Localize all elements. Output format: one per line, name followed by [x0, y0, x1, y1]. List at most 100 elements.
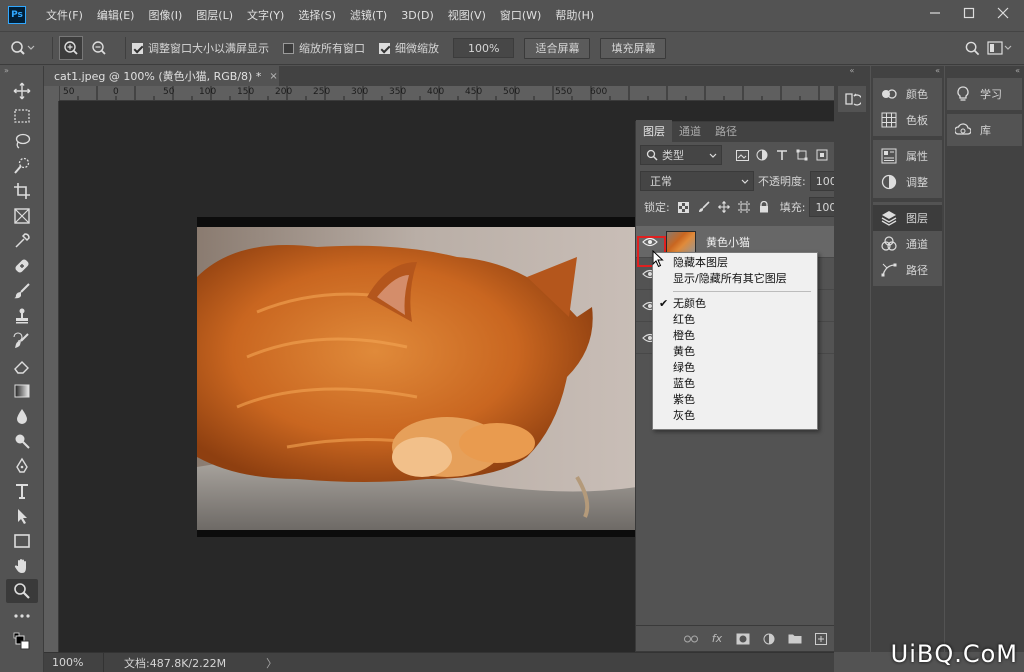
rectangle-tool-icon[interactable] — [6, 529, 38, 553]
menu-item-color-green[interactable]: 绿色 — [653, 360, 817, 376]
adjustment-layer-icon[interactable] — [756, 633, 782, 645]
cat-photo[interactable] — [197, 217, 637, 537]
menu-item-color-red[interactable]: 红色 — [653, 312, 817, 328]
zoom-in-icon[interactable] — [59, 36, 83, 60]
document-tab[interactable]: cat1.jpeg @ 100% (黄色小猫, RGB/8) * × — [44, 66, 279, 86]
checkbox-checked[interactable] — [132, 42, 143, 54]
tab-paths[interactable]: 路径 — [708, 120, 744, 142]
lock-artboard-icon[interactable] — [734, 198, 754, 216]
minimize-button[interactable] — [920, 2, 950, 24]
collapse-icon[interactable]: » — [0, 66, 43, 78]
menu-layer[interactable]: 图层(L) — [196, 7, 233, 23]
eyedropper-tool-icon[interactable] — [6, 229, 38, 253]
filter-smart-object-icon[interactable] — [812, 146, 832, 164]
status-zoom[interactable]: 100% — [44, 653, 104, 672]
type-tool-icon[interactable] — [6, 479, 38, 503]
new-group-icon[interactable] — [782, 633, 808, 644]
layer-style-icon[interactable]: fx — [704, 632, 730, 645]
menu-item-color-orange[interactable]: 橙色 — [653, 328, 817, 344]
zoom-tool-icon[interactable] — [6, 579, 38, 603]
close-button[interactable] — [988, 2, 1018, 24]
filter-kind-select[interactable]: 类型 — [640, 145, 722, 165]
tab-channels[interactable]: 通道 — [672, 120, 708, 142]
color-swatches-icon[interactable] — [6, 629, 38, 653]
fit-screen-button[interactable]: 适合屏幕 — [524, 37, 591, 59]
lock-transparent-icon[interactable] — [674, 198, 694, 216]
resize-windows-checkbox[interactable]: 调整窗口大小以满屏显示 — [132, 40, 269, 56]
dodge-tool-icon[interactable] — [6, 429, 38, 453]
checkbox-checked[interactable] — [379, 42, 390, 54]
add-mask-icon[interactable] — [730, 633, 756, 645]
menu-window[interactable]: 窗口(W) — [500, 7, 541, 23]
zoom-out-icon[interactable] — [87, 36, 111, 60]
more-tools-icon[interactable] — [6, 604, 38, 628]
menu-item-hide-layer[interactable]: 隐藏本图层 — [653, 255, 817, 271]
brush-tool-icon[interactable] — [6, 279, 38, 303]
hand-tool-icon[interactable] — [6, 554, 38, 578]
zoom-percent-field[interactable]: 100% — [453, 38, 515, 58]
zoom-all-windows-checkbox[interactable]: 缩放所有窗口 — [283, 40, 365, 56]
eraser-tool-icon[interactable] — [6, 354, 38, 378]
fill-screen-button[interactable]: 填充屏幕 — [600, 37, 667, 59]
menu-3d[interactable]: 3D(D) — [401, 9, 434, 22]
crop-tool-icon[interactable] — [6, 179, 38, 203]
collapse-icon[interactable]: « — [834, 66, 870, 78]
filter-adjustment-icon[interactable] — [752, 146, 772, 164]
close-icon[interactable]: × — [269, 71, 277, 82]
menu-item-show-hide-others[interactable]: 显示/隐藏所有其它图层 — [653, 271, 817, 287]
history-icon[interactable] — [838, 86, 866, 112]
dock-item-learn[interactable]: 学习 — [947, 81, 1022, 107]
dock-item-channels[interactable]: 通道 — [873, 231, 942, 257]
menu-item-color-blue[interactable]: 蓝色 — [653, 376, 817, 392]
menu-select[interactable]: 选择(S) — [298, 7, 336, 23]
link-layers-icon[interactable] — [678, 635, 704, 643]
status-arrow-icon[interactable]: 〉 — [266, 655, 277, 671]
lasso-tool-icon[interactable] — [6, 129, 38, 153]
menu-type[interactable]: 文字(Y) — [247, 7, 284, 23]
dock-item-adjustments[interactable]: 调整 — [873, 169, 942, 195]
menu-filter[interactable]: 滤镜(T) — [350, 7, 387, 23]
checkbox-unchecked[interactable] — [283, 42, 294, 54]
zoom-tool-preset-icon[interactable] — [0, 40, 46, 56]
dock-item-swatches[interactable]: 色板 — [873, 107, 942, 133]
menu-image[interactable]: 图像(I) — [148, 7, 182, 23]
filter-type-icon[interactable] — [772, 146, 792, 164]
collapse-icon[interactable]: « — [871, 66, 944, 78]
blend-mode-select[interactable]: 正常 — [640, 171, 754, 191]
menu-edit[interactable]: 编辑(E) — [97, 7, 135, 23]
path-selection-tool-icon[interactable] — [6, 504, 38, 528]
tab-layers[interactable]: 图层 — [636, 120, 672, 142]
frame-tool-icon[interactable] — [6, 204, 38, 228]
layer-name[interactable]: 黄色小猫 — [706, 234, 750, 250]
search-icon[interactable] — [960, 38, 984, 58]
dock-item-paths[interactable]: 路径 — [873, 257, 942, 283]
menu-item-color-gray[interactable]: 灰色 — [653, 408, 817, 424]
lock-all-icon[interactable] — [754, 198, 774, 216]
menu-help[interactable]: 帮助(H) — [555, 7, 594, 23]
menu-view[interactable]: 视图(V) — [448, 7, 486, 23]
healing-brush-tool-icon[interactable] — [6, 254, 38, 278]
menu-file[interactable]: 文件(F) — [46, 7, 83, 23]
menu-item-color-violet[interactable]: 紫色 — [653, 392, 817, 408]
new-layer-icon[interactable] — [808, 632, 834, 645]
marquee-tool-icon[interactable] — [6, 104, 38, 128]
pen-tool-icon[interactable] — [6, 454, 38, 478]
filter-shape-icon[interactable] — [792, 146, 812, 164]
scrubby-zoom-checkbox[interactable]: 细微缩放 — [379, 40, 439, 56]
maximize-button[interactable] — [954, 2, 984, 24]
filter-pixel-icon[interactable] — [732, 146, 752, 164]
lock-pixels-icon[interactable] — [694, 198, 714, 216]
menu-item-color-none[interactable]: ✔ 无颜色 — [653, 296, 817, 312]
dock-item-color[interactable]: 颜色 — [873, 81, 942, 107]
collapse-icon[interactable]: « — [945, 66, 1024, 78]
lock-position-icon[interactable] — [714, 198, 734, 216]
blur-tool-icon[interactable] — [6, 404, 38, 428]
gradient-tool-icon[interactable] — [6, 379, 38, 403]
menu-item-color-yellow[interactable]: 黄色 — [653, 344, 817, 360]
dock-item-libraries[interactable]: 库 — [947, 117, 1022, 143]
clone-stamp-tool-icon[interactable] — [6, 304, 38, 328]
workspace-icon[interactable] — [984, 38, 1016, 58]
dock-item-properties[interactable]: 属性 — [873, 143, 942, 169]
history-brush-tool-icon[interactable] — [6, 329, 38, 353]
dock-item-layers[interactable]: 图层 — [873, 205, 942, 231]
